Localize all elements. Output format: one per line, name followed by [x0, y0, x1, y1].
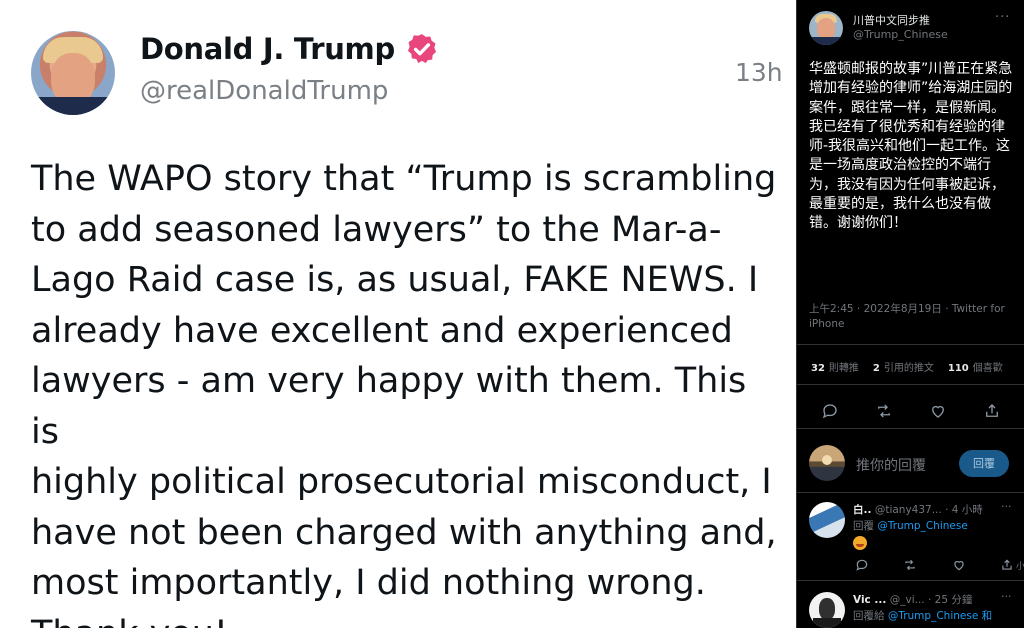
profile-avatar[interactable]	[31, 31, 115, 115]
comment-time[interactable]: · 4 小時	[945, 504, 983, 516]
reply-to-link[interactable]: @Trump_Chinese 和	[888, 610, 992, 622]
author-name-row: Donald J. Trump	[140, 32, 439, 66]
commenter-avatar[interactable]	[809, 502, 845, 538]
comment-header: 白.. @tiany437... · 4 小時	[853, 502, 983, 517]
retweets-stat[interactable]: 32 則轉推	[811, 359, 859, 374]
comment-actions: 小	[855, 558, 1024, 572]
more-options-icon[interactable]: ···	[995, 10, 1010, 25]
side-tweet-panel: 川普中文同步推 @Trump_Chinese ··· 华盛顿邮报的故事”川普正在…	[797, 0, 1024, 628]
divider	[797, 344, 1024, 345]
tweet-timestamp[interactable]: 13h	[735, 58, 783, 87]
engagement-stats: 32 則轉推 2 引用的推文 110 個喜歡	[811, 359, 1003, 374]
side-tweet-text: 华盛顿邮报的故事”川普正在紧急增加有经验的律师”给海湖庄园的案件，跟往常一样，是…	[809, 61, 1013, 232]
retweet-icon[interactable]	[903, 558, 917, 572]
divider	[797, 384, 1024, 385]
comment-header: Vic ... @_vi... · 25 分鐘	[853, 592, 972, 607]
divider	[797, 492, 1024, 493]
comment-more-icon[interactable]: ···	[1001, 500, 1012, 513]
current-user-avatar	[809, 445, 845, 481]
commenter-avatar[interactable]	[809, 592, 845, 628]
reply-to-link[interactable]: @Trump_Chinese	[877, 520, 967, 532]
divider	[797, 580, 1024, 581]
like-icon[interactable]	[929, 402, 947, 420]
comment-share[interactable]: 小	[1000, 558, 1024, 572]
verified-badge-icon	[407, 34, 436, 64]
reply-icon[interactable]	[855, 558, 869, 572]
tweet-body-text: The WAPO story that “Trump is scrambling…	[31, 159, 777, 628]
share-icon[interactable]	[1000, 558, 1014, 572]
reply-to-line: 回覆給 @Trump_Chinese 和	[853, 610, 993, 622]
side-tweet-meta[interactable]: 上午2:45 · 2022年8月19日 · Twitter for iPhone	[809, 302, 1015, 332]
comment-more-icon[interactable]: ···	[1001, 590, 1012, 603]
main-tweet-card: Donald J. Trump @realDonaldTrump 13h The…	[0, 0, 797, 628]
author-display-name[interactable]: Donald J. Trump	[140, 32, 395, 66]
likes-stat[interactable]: 110 個喜歡	[948, 359, 1003, 374]
smile-emoji-icon	[853, 536, 867, 550]
quotes-stat[interactable]: 2 引用的推文	[873, 359, 934, 374]
share-icon[interactable]	[983, 402, 1001, 420]
commenter-handle[interactable]: @tiany437...	[875, 504, 942, 516]
commenter-handle[interactable]: @_vi...	[890, 594, 925, 606]
reply-to-line: 回覆 @Trump_Chinese	[853, 520, 968, 532]
side-display-name[interactable]: 川普中文同步推	[853, 12, 930, 28]
divider	[797, 428, 1024, 429]
side-avatar[interactable]	[809, 11, 843, 45]
reply-button[interactable]: 回覆	[959, 450, 1009, 477]
reply-icon[interactable]	[821, 402, 839, 420]
side-handle[interactable]: @Trump_Chinese	[853, 28, 948, 41]
commenter-name[interactable]: Vic ...	[853, 594, 886, 606]
comment-time[interactable]: · 25 分鐘	[928, 594, 972, 606]
author-handle[interactable]: @realDonaldTrump	[140, 76, 388, 106]
like-icon[interactable]	[952, 558, 966, 572]
commenter-name[interactable]: 白..	[853, 504, 871, 516]
tweet-actions	[821, 402, 1001, 420]
reply-input[interactable]: 推你的回覆	[856, 455, 926, 475]
retweet-icon[interactable]	[875, 402, 893, 420]
